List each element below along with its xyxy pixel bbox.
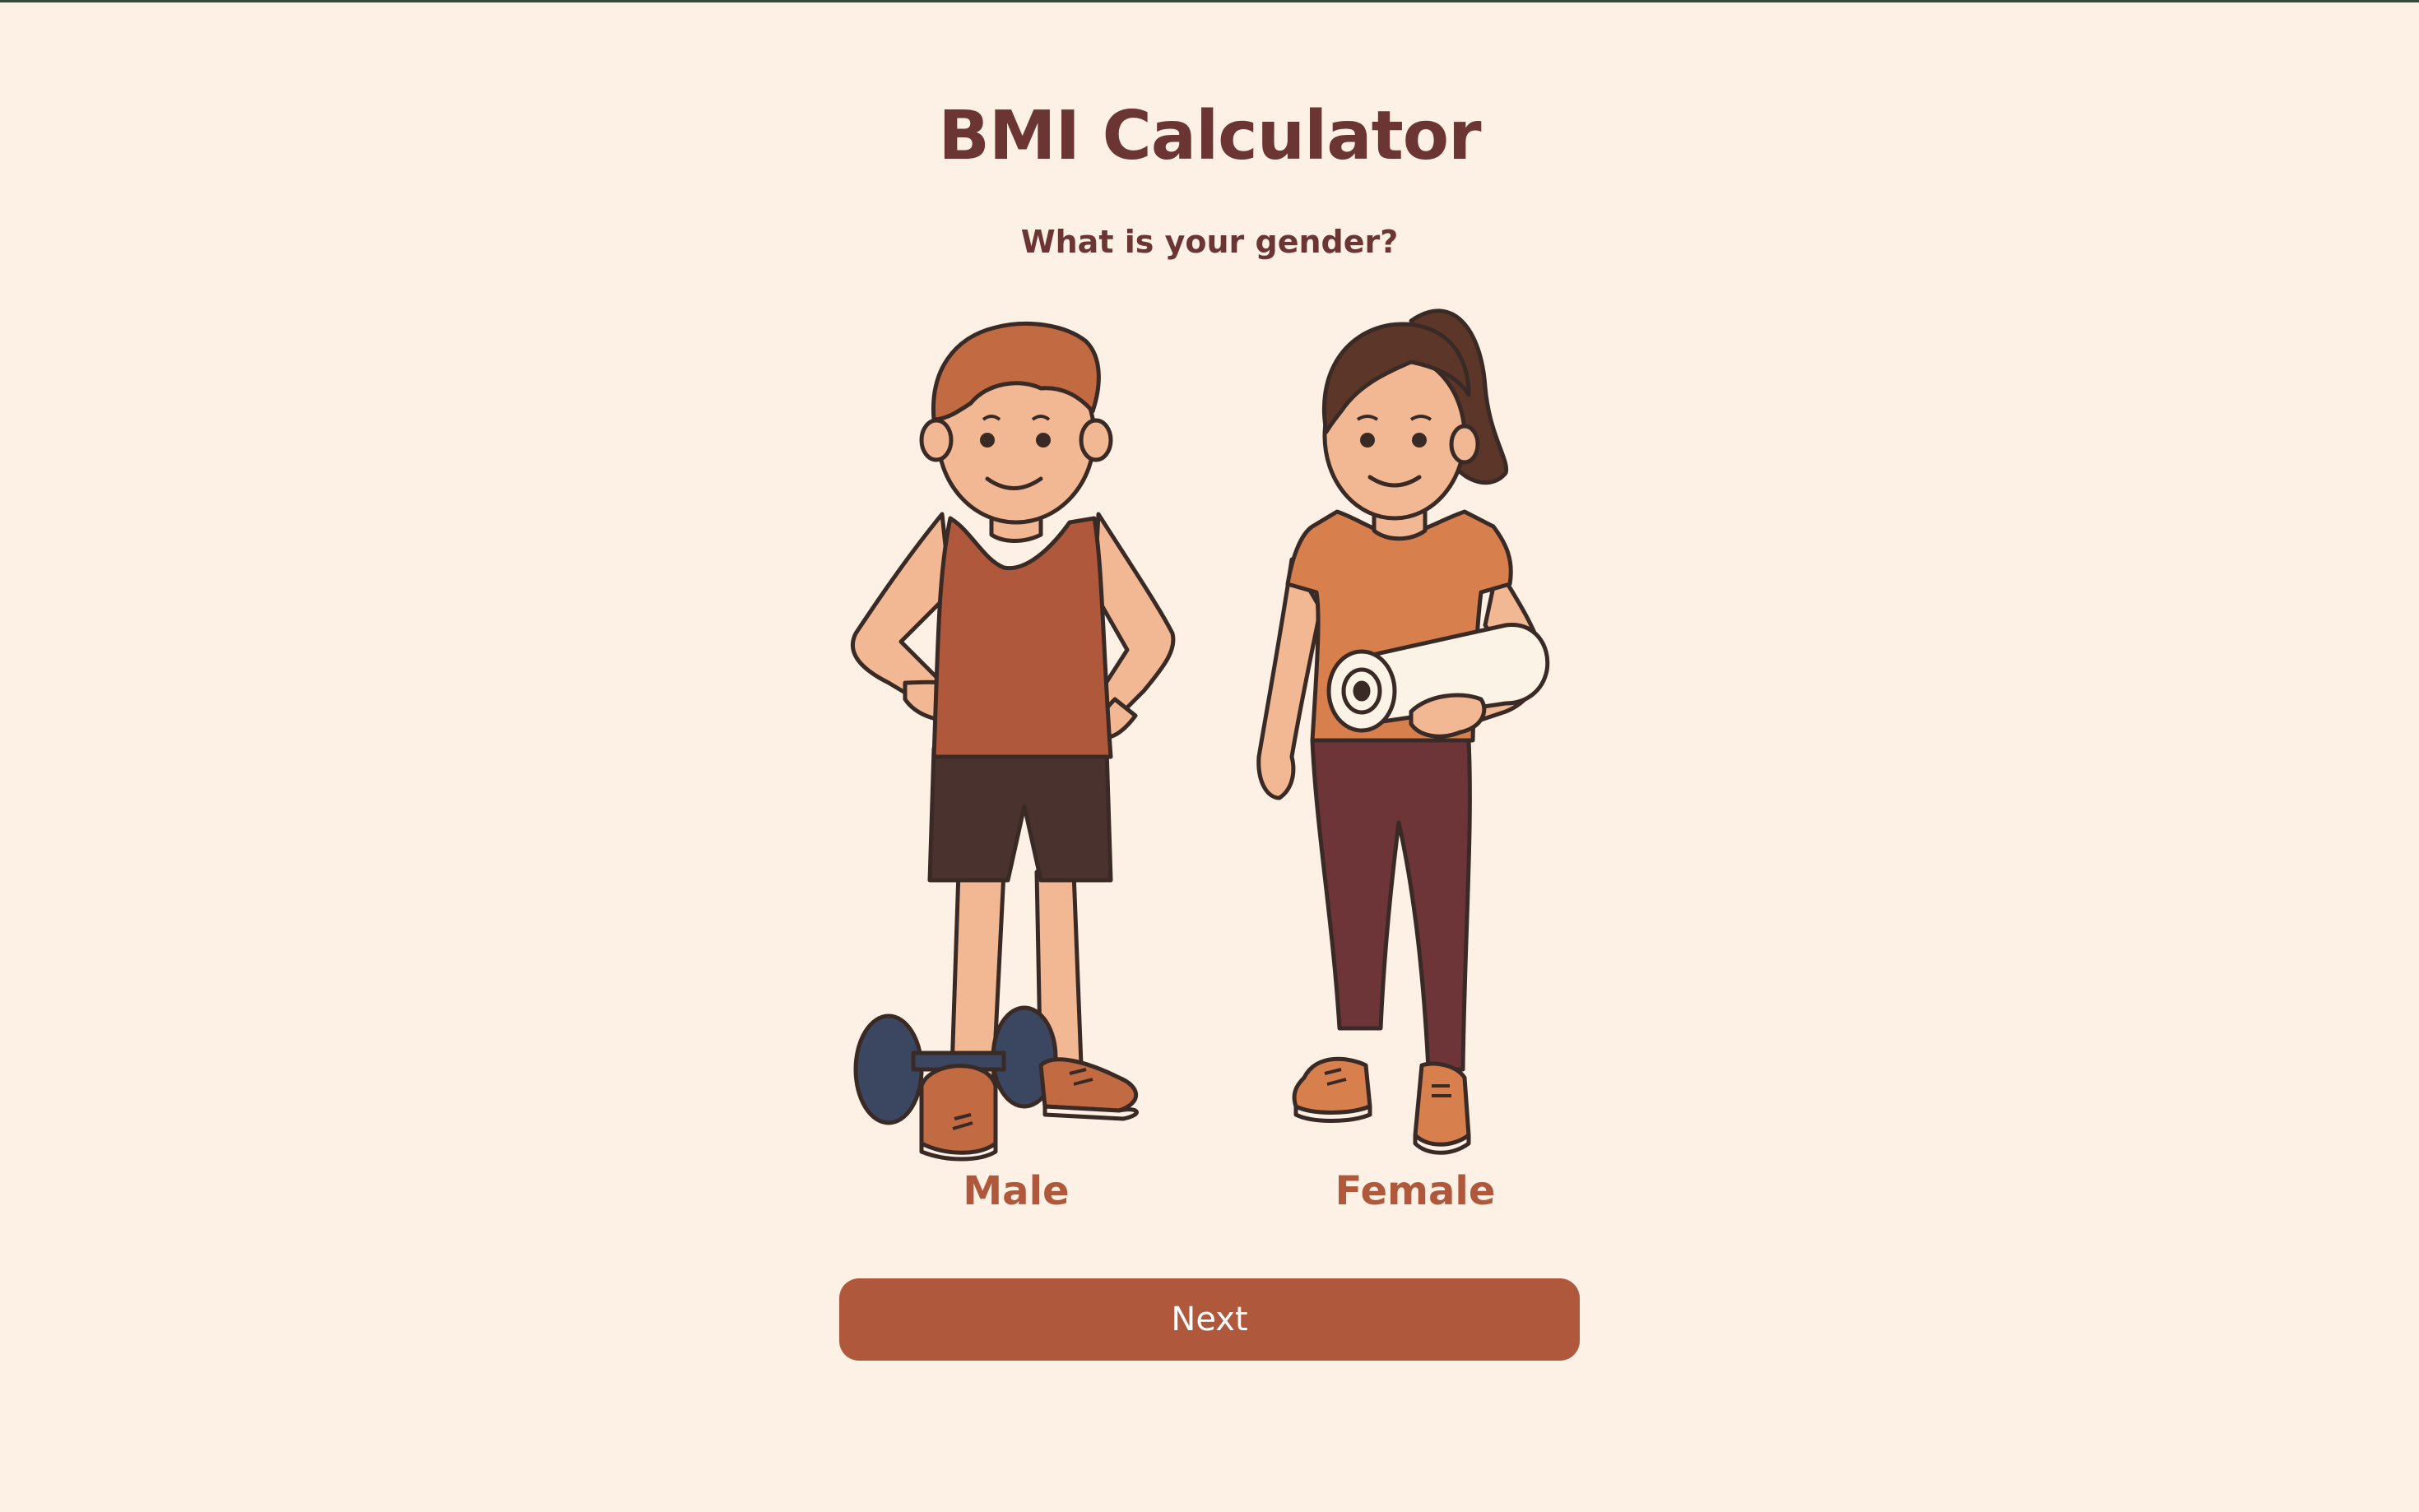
bmi-gender-screen: BMI Calculator What is your gender? Male… [0,0,2419,1512]
female-illustration [1256,308,1550,1155]
male-illustration [850,322,1176,1162]
page-title: BMI Calculator [938,97,1481,175]
gender-label-male[interactable]: Male [835,1168,1197,1214]
next-button[interactable]: Next [839,1278,1580,1361]
gender-question: What is your gender? [1020,224,1399,260]
gender-option-female[interactable]: Female [1234,296,1596,1226]
gender-label-female[interactable]: Female [1234,1168,1596,1214]
gender-option-male[interactable]: Male [839,296,1201,1226]
